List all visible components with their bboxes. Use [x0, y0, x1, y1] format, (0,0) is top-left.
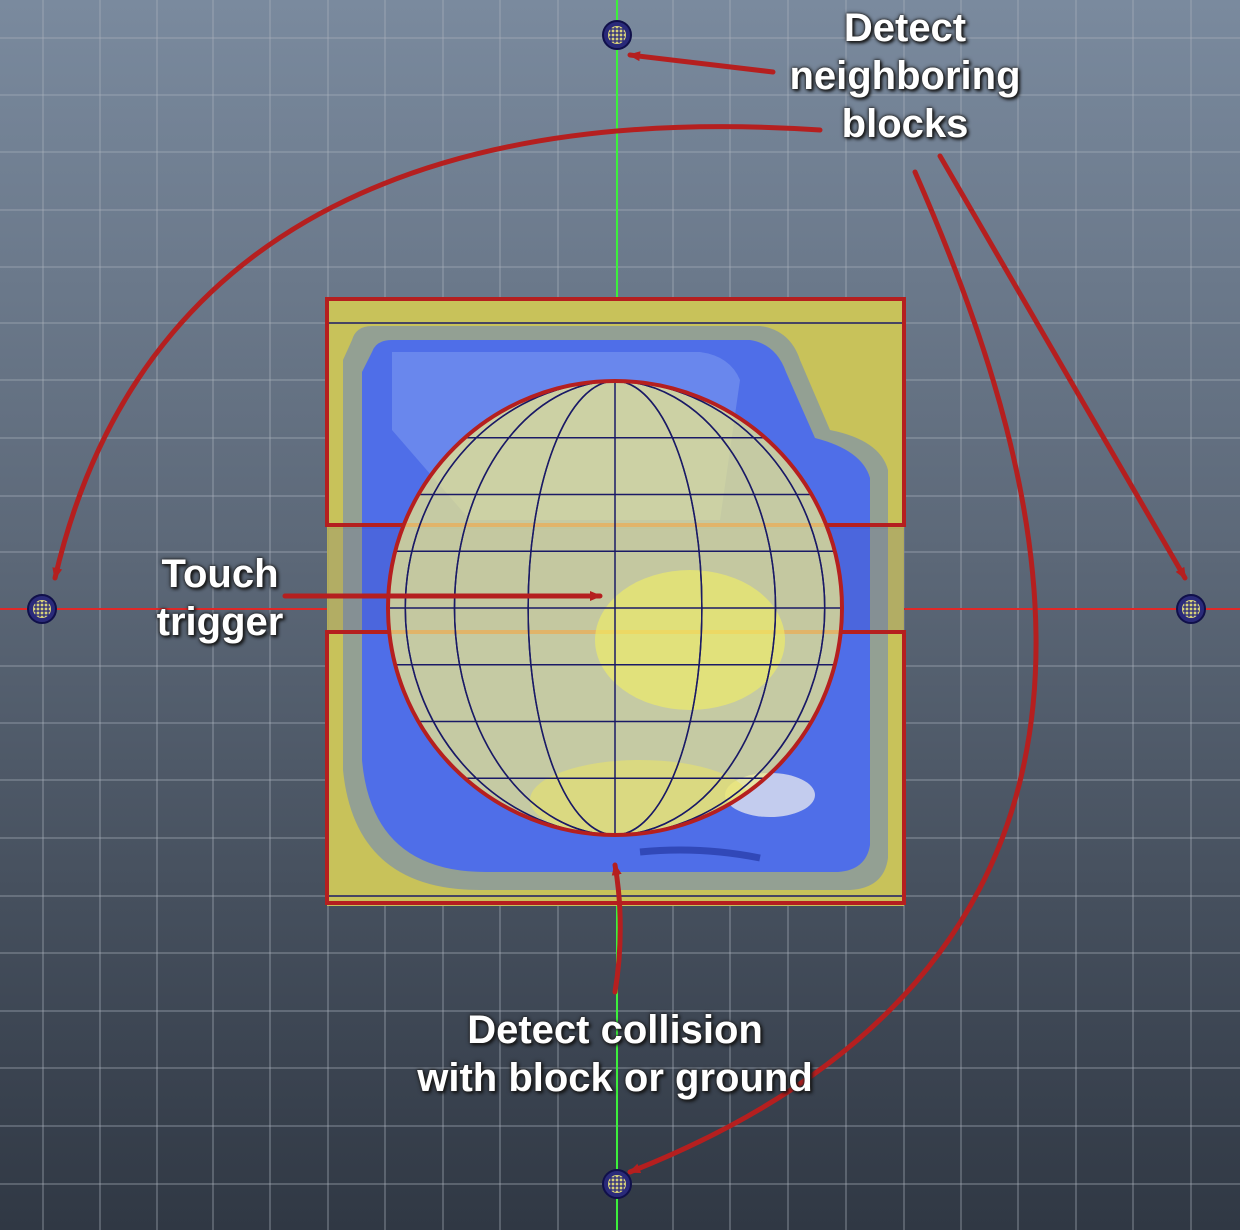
editor-viewport: Detect neighboring blocks Touch trigger … — [0, 0, 1240, 1230]
arrow-to-top-node — [627, 51, 776, 75]
detector-node-left — [27, 594, 57, 624]
neighbors-annotation: Detect neighboring blocks — [789, 6, 1021, 146]
sphere-trigger-icon — [386, 379, 844, 837]
detector-node-icon — [1176, 594, 1206, 624]
detector-node-icon — [27, 594, 57, 624]
detector-node-icon — [602, 1169, 632, 1199]
detector-node-icon — [602, 20, 632, 50]
detector-node-top — [602, 20, 632, 50]
detector-node-right — [1176, 594, 1206, 624]
collision-annotation: Detect collision with block or ground — [417, 1008, 813, 1100]
arrow-to-right-node — [937, 153, 1188, 581]
touch-trigger-annotation: Touch trigger — [156, 552, 284, 644]
detector-node-bottom — [602, 1169, 632, 1199]
